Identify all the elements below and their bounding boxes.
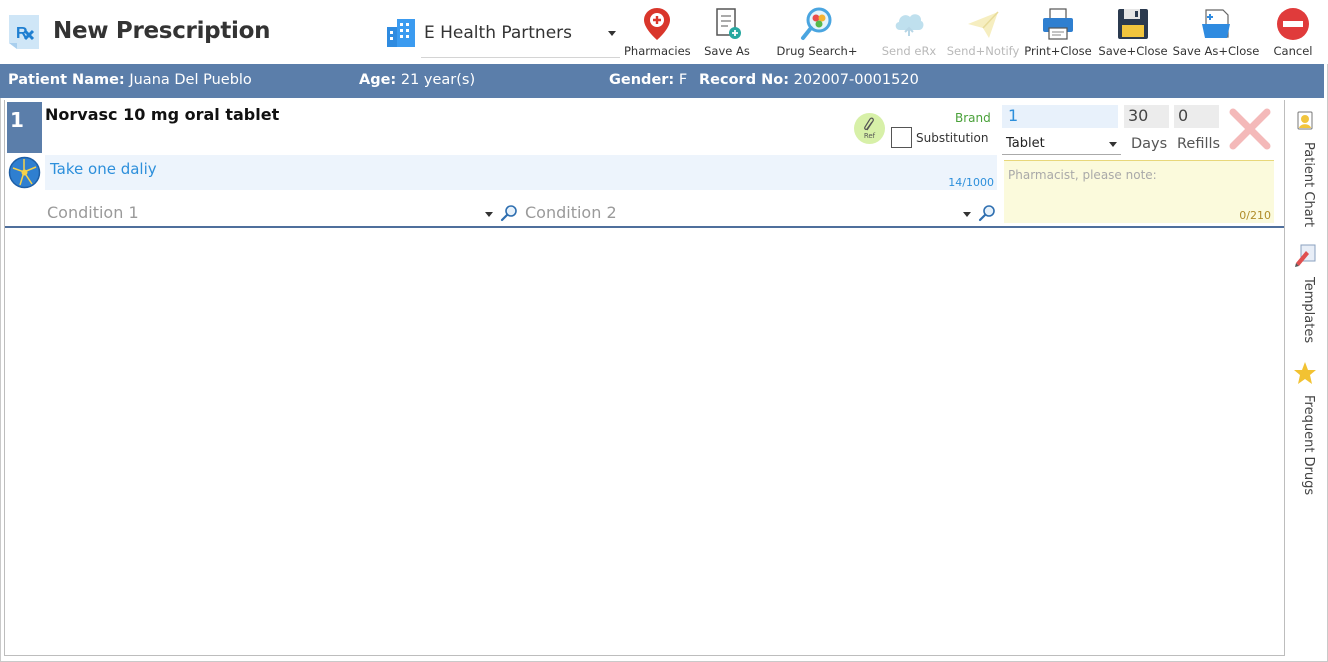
prescription-row: 1 Norvasc 10 mg oral tablet Ref Brand Su… bbox=[5, 100, 1284, 228]
frequent-drugs-label: Frequent Drugs bbox=[1301, 395, 1316, 496]
pharmacist-note-input[interactable]: Pharmacist, please note: 0/210 bbox=[1004, 160, 1274, 223]
cancel-icon bbox=[1277, 8, 1309, 40]
pharmacies-button[interactable]: Pharmacies bbox=[624, 4, 691, 62]
condition-2-label: Condition 2 bbox=[525, 203, 617, 222]
drug-name[interactable]: Norvasc 10 mg oral tablet bbox=[45, 105, 279, 124]
condition-1-select[interactable]: Condition 1 bbox=[45, 203, 523, 225]
patient-name: Patient Name: Juana Del Pueblo bbox=[8, 72, 252, 88]
chevron-down-icon bbox=[963, 212, 971, 217]
document-add-icon bbox=[716, 8, 741, 39]
patient-record: Record No: 202007-0001520 bbox=[699, 72, 919, 88]
page-title: New Prescription bbox=[53, 18, 271, 44]
days-label: Days bbox=[1131, 136, 1168, 152]
pharmacies-label: Pharmacies bbox=[624, 44, 691, 58]
sig-text: Take one daliy bbox=[50, 160, 157, 178]
cancel-button[interactable]: Cancel bbox=[1266, 4, 1320, 62]
reference-button[interactable]: Ref bbox=[854, 113, 885, 144]
save-as-icon bbox=[1202, 9, 1230, 38]
send-erx-button[interactable]: Send eRx bbox=[880, 4, 938, 62]
side-panel: Patient Chart Templates Frequent Drugs bbox=[1286, 100, 1324, 656]
cancel-label: Cancel bbox=[1273, 44, 1313, 58]
days-field[interactable]: 30 bbox=[1124, 105, 1169, 128]
save-close-label: Save+Close bbox=[1098, 44, 1168, 58]
patient-age: Age: 21 year(s) bbox=[359, 72, 476, 88]
dosage-form-value: Tablet bbox=[1006, 136, 1045, 151]
print-close-button[interactable]: Print+Close bbox=[1024, 4, 1092, 62]
remove-drug-icon[interactable] bbox=[1227, 106, 1273, 152]
prescription-number: 1 bbox=[7, 102, 42, 153]
substitution-label: Substitution bbox=[916, 131, 989, 145]
condition-1-label: Condition 1 bbox=[47, 203, 139, 222]
send-erx-label: Send eRx bbox=[881, 44, 937, 58]
save-as-button[interactable]: Save As bbox=[700, 4, 754, 62]
patient-chart-tab[interactable]: Patient Chart bbox=[1286, 108, 1324, 228]
patient-chart-icon bbox=[1297, 111, 1313, 130]
patient-info-bar: Patient Name: Juana Del Pueblo Age: 21 y… bbox=[0, 64, 1324, 98]
condition-2-select[interactable]: Condition 2 bbox=[523, 203, 1001, 225]
chevron-down-icon bbox=[608, 31, 616, 36]
refills-label: Refills bbox=[1177, 136, 1221, 152]
patient-gender: Gender: F bbox=[609, 72, 688, 88]
search-icon[interactable] bbox=[978, 204, 996, 222]
organization-name: E Health Partners bbox=[424, 23, 573, 43]
save-as-close-button[interactable]: Save As+Close bbox=[1172, 4, 1260, 62]
prescription-app-icon: R bbox=[9, 15, 39, 49]
building-icon bbox=[387, 19, 415, 47]
chevron-down-icon bbox=[1109, 142, 1117, 147]
send-notify-button[interactable]: Send+Notify bbox=[946, 4, 1020, 62]
header: R New Prescription E Health Partners Pha… bbox=[0, 0, 1328, 64]
map-pin-icon bbox=[644, 8, 670, 40]
sig-globe-icon[interactable] bbox=[8, 156, 41, 189]
sig-input[interactable]: Take one daliy 14/1000 bbox=[45, 155, 997, 190]
save-as-close-label: Save As+Close bbox=[1172, 44, 1260, 58]
paperclip-icon bbox=[864, 117, 874, 131]
templates-label: Templates bbox=[1301, 277, 1316, 344]
chevron-down-icon bbox=[485, 212, 493, 217]
reference-label: Ref bbox=[863, 132, 876, 140]
save-as-label: Save As bbox=[704, 44, 750, 58]
send-notify-label: Send+Notify bbox=[946, 44, 1020, 58]
floppy-disk-icon bbox=[1118, 9, 1148, 39]
templates-tab[interactable]: Templates bbox=[1286, 243, 1324, 353]
dosage-form-select[interactable]: Tablet bbox=[1002, 133, 1121, 155]
brand-label: Brand bbox=[955, 111, 991, 125]
save-close-button[interactable]: Save+Close bbox=[1098, 4, 1168, 62]
pharmacist-note-char-count: 0/210 bbox=[1239, 209, 1271, 222]
templates-icon bbox=[1295, 244, 1316, 267]
search-icon[interactable] bbox=[500, 204, 518, 222]
frequent-drugs-tab[interactable]: Frequent Drugs bbox=[1286, 361, 1324, 501]
drug-search-icon bbox=[801, 7, 832, 40]
cloud-send-icon bbox=[895, 14, 924, 36]
patient-chart-label: Patient Chart bbox=[1301, 142, 1316, 228]
prescription-list: 1 Norvasc 10 mg oral tablet Ref Brand Su… bbox=[4, 100, 1285, 656]
printer-icon bbox=[1043, 8, 1073, 40]
refills-field[interactable]: 0 bbox=[1174, 105, 1219, 128]
organization-select[interactable]: E Health Partners bbox=[421, 20, 620, 58]
drug-search-label: Drug Search+ bbox=[776, 44, 858, 58]
star-icon bbox=[1294, 362, 1316, 384]
print-close-label: Print+Close bbox=[1024, 44, 1092, 58]
sig-char-count: 14/1000 bbox=[948, 176, 994, 189]
substitution-checkbox[interactable] bbox=[891, 127, 912, 148]
paper-plane-icon bbox=[968, 11, 999, 38]
quantity-field[interactable]: 1 bbox=[1002, 105, 1118, 128]
pharmacist-note-placeholder: Pharmacist, please note: bbox=[1008, 168, 1157, 182]
drug-search-button[interactable]: Drug Search+ bbox=[776, 4, 858, 62]
